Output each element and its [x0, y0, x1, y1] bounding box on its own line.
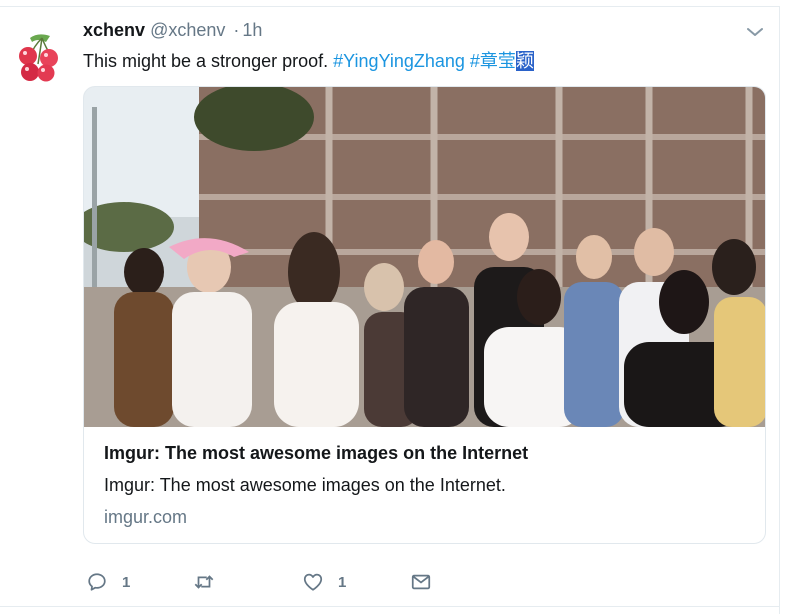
- hashtag-yingyingzhang[interactable]: #YingYingZhang: [333, 51, 465, 71]
- user-handle[interactable]: @xchenv: [150, 20, 225, 40]
- separator-dot: ·: [233, 20, 240, 40]
- reply-button[interactable]: 1: [86, 570, 130, 594]
- reply-count: 1: [122, 573, 131, 591]
- timeline-right-border: [779, 6, 780, 614]
- tweet-actions: 1 1: [86, 570, 536, 594]
- tweet-top-divider: [0, 6, 779, 7]
- card-thumbnail-image: [84, 87, 765, 427]
- selected-text: 颖: [515, 51, 534, 71]
- tweet-menu-caret[interactable]: [745, 25, 765, 39]
- tweet-bottom-divider: [0, 606, 779, 607]
- display-name[interactable]: xchenv: [83, 20, 145, 40]
- avatar[interactable]: [16, 30, 64, 82]
- card-title: Imgur: The most awesome images on the In…: [104, 443, 529, 463]
- heart-icon: [303, 573, 323, 591]
- card-description: Imgur: The most awesome images on the In…: [104, 475, 506, 495]
- retweet-button[interactable]: [193, 570, 229, 594]
- direct-message-button[interactable]: [410, 570, 432, 594]
- link-preview-card[interactable]: Imgur: The most awesome images on the In…: [83, 86, 766, 544]
- like-button[interactable]: 1: [302, 570, 346, 594]
- reply-icon: [88, 573, 106, 591]
- tweet-header: xchenv @xchenv · 1h: [83, 20, 262, 41]
- cherry-avatar-icon: [19, 34, 58, 82]
- card-domain: imgur.com: [104, 507, 188, 527]
- tweet-text: This might be a stronger proof. #YingYin…: [83, 47, 534, 73]
- retweet-icon: [194, 575, 214, 589]
- like-count: 1: [338, 573, 347, 591]
- envelope-icon: [411, 574, 431, 590]
- tweet-body: This might be a stronger proof.: [83, 51, 329, 71]
- chevron-down-icon: [747, 28, 763, 36]
- timestamp[interactable]: 1h: [242, 20, 262, 40]
- hashtag-chinese-name[interactable]: #章莹颖: [470, 51, 534, 71]
